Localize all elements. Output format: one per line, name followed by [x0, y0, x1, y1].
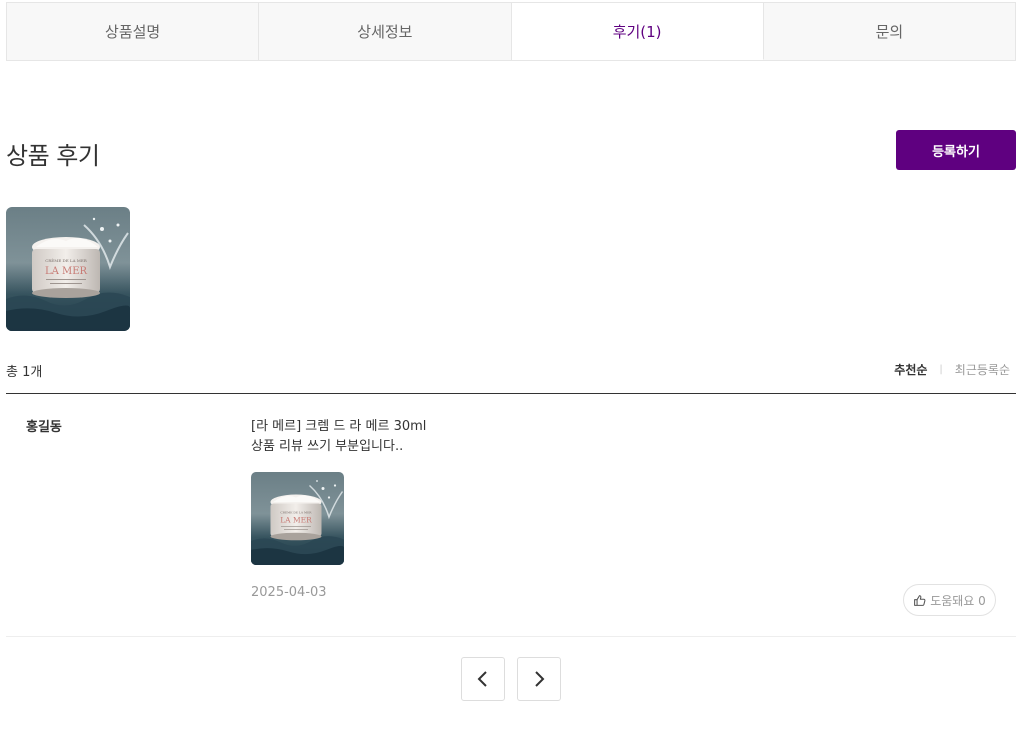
review-total-count: 총 1개 [6, 365, 43, 380]
sort-separator: | [939, 364, 943, 375]
review-content: 상품 리뷰 쓰기 부분입니다.. [251, 439, 404, 454]
sort-latest-button[interactable]: 최근등록순 [955, 361, 1010, 378]
helpful-button[interactable]: 도움돼요 0 [903, 584, 996, 616]
product-review-page: 상품설명 상세정보 후기(1) 문의 상품 후기 등록하기 총 1개 추천순 |… [0, 0, 1030, 751]
review-attached-photo [251, 472, 344, 565]
review-photo-thumbnail[interactable] [251, 472, 344, 565]
thumbs-up-icon [914, 594, 926, 606]
helpful-button-label: 도움돼요 0 [930, 593, 986, 608]
review-date: 2025-04-03 [251, 585, 327, 600]
review-author: 홍길동 [26, 420, 62, 435]
tab-reviews[interactable]: 후기(1) [511, 3, 764, 60]
pagination-prev-button[interactable] [461, 657, 505, 701]
reviews-section-title: 상품 후기 [6, 142, 100, 170]
chevron-right-icon [535, 671, 545, 687]
review-sort-options: 추천순 | 최근등록순 [894, 361, 1010, 378]
review-list-top-divider [6, 393, 1016, 394]
review-item-divider [6, 636, 1016, 637]
product-tabs: 상품설명 상세정보 후기(1) 문의 [6, 2, 1016, 61]
register-review-button[interactable]: 등록하기 [896, 130, 1016, 170]
tab-detail-info[interactable]: 상세정보 [259, 3, 512, 60]
pagination-next-button[interactable] [517, 657, 561, 701]
sort-recommended-button[interactable]: 추천순 [894, 361, 927, 378]
tab-description[interactable]: 상품설명 [7, 3, 260, 60]
tab-inquiry[interactable]: 문의 [764, 3, 1015, 60]
chevron-left-icon [477, 671, 487, 687]
review-product-name: [라 메르] 크렘 드 라 메르 30ml [251, 419, 427, 434]
review-photo-strip [6, 207, 130, 331]
review-photo-thumbnail[interactable] [6, 207, 130, 331]
